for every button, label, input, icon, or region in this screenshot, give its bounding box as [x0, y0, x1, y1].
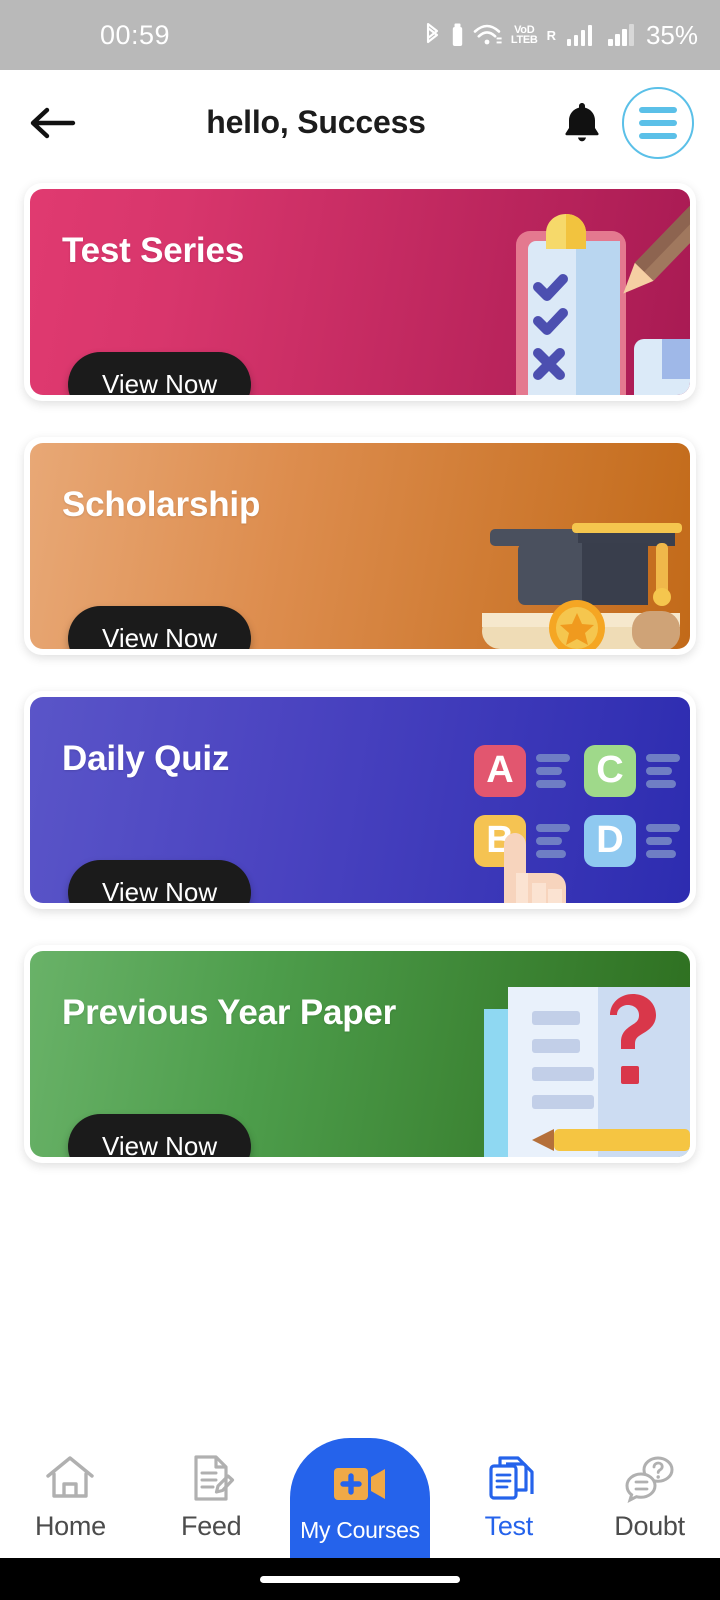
nav-label: Test	[484, 1511, 534, 1541]
battery-percent-label: 35%	[645, 19, 698, 50]
graduation-cap-diploma-icon	[460, 443, 690, 649]
wifi-icon	[472, 23, 502, 47]
feed-document-icon	[184, 1449, 238, 1507]
question-paper-icon	[460, 951, 690, 1157]
nav-label: Feed	[181, 1511, 242, 1541]
svg-text:D: D	[596, 819, 623, 861]
card-daily-quiz[interactable]: Daily Quiz A C B D View Now	[24, 691, 696, 909]
documents-stack-icon	[482, 1449, 536, 1507]
view-now-button[interactable]: View Now	[68, 352, 252, 395]
view-now-button[interactable]: View Now	[68, 1114, 252, 1157]
clipboard-checklist-icon	[460, 189, 690, 395]
question-chat-icon	[623, 1449, 677, 1507]
view-now-button[interactable]: View Now	[68, 860, 252, 903]
nav-item-home[interactable]: Home	[0, 1428, 141, 1558]
card-title: Daily Quiz	[62, 739, 230, 778]
nav-item-my-courses[interactable]: My Courses	[289, 1438, 431, 1558]
bluetooth-device-battery-icon	[452, 23, 463, 47]
card-previous-year-paper[interactable]: Previous Year Paper View Now	[24, 945, 696, 1163]
quiz-options-icon: A C B D	[460, 697, 690, 903]
svg-text:A: A	[486, 749, 513, 791]
bottom-navigation: Home Feed My Courses Test Doubt	[0, 1428, 720, 1558]
svg-text:C: C	[596, 749, 623, 791]
page-title: hello, Success	[206, 104, 426, 140]
signal-icon	[608, 24, 634, 46]
card-test-series[interactable]: Test Series View Now	[24, 183, 696, 401]
volte-icon: VoD LTEB	[510, 24, 538, 46]
hamburger-menu-icon[interactable]	[622, 86, 694, 159]
status-bar-clock: 00:59	[100, 19, 171, 50]
card-title: Previous Year Paper	[62, 993, 397, 1032]
nav-label: Doubt	[614, 1511, 685, 1541]
view-now-button[interactable]: View Now	[68, 606, 252, 649]
status-bar-icons: VoD LTEB R 35%	[423, 20, 698, 51]
card-list: Test Series View Now Scholarship View No…	[0, 183, 720, 1199]
home-icon	[43, 1449, 97, 1507]
gesture-handle[interactable]	[260, 1575, 460, 1583]
gesture-bar	[0, 1558, 720, 1600]
bluetooth-icon	[423, 22, 443, 48]
nav-label: Home	[34, 1511, 106, 1541]
nav-label: My Courses	[300, 1517, 420, 1543]
video-camera-icon	[331, 1455, 389, 1513]
nav-item-doubt[interactable]: Doubt	[579, 1428, 720, 1558]
status-bar: 00:59 VoD LTEB R 35%	[0, 0, 720, 70]
back-arrow-icon[interactable]	[26, 95, 82, 151]
nav-item-feed[interactable]: Feed	[141, 1428, 282, 1558]
card-title: Test Series	[62, 231, 244, 270]
roaming-label: R	[546, 27, 556, 43]
card-title: Scholarship	[62, 485, 261, 524]
app-header: hello, Success	[0, 70, 720, 175]
bell-icon[interactable]	[556, 97, 608, 149]
card-scholarship[interactable]: Scholarship View Now	[24, 437, 696, 655]
signal-roaming-icon	[566, 24, 593, 46]
nav-item-test[interactable]: Test	[438, 1428, 579, 1558]
